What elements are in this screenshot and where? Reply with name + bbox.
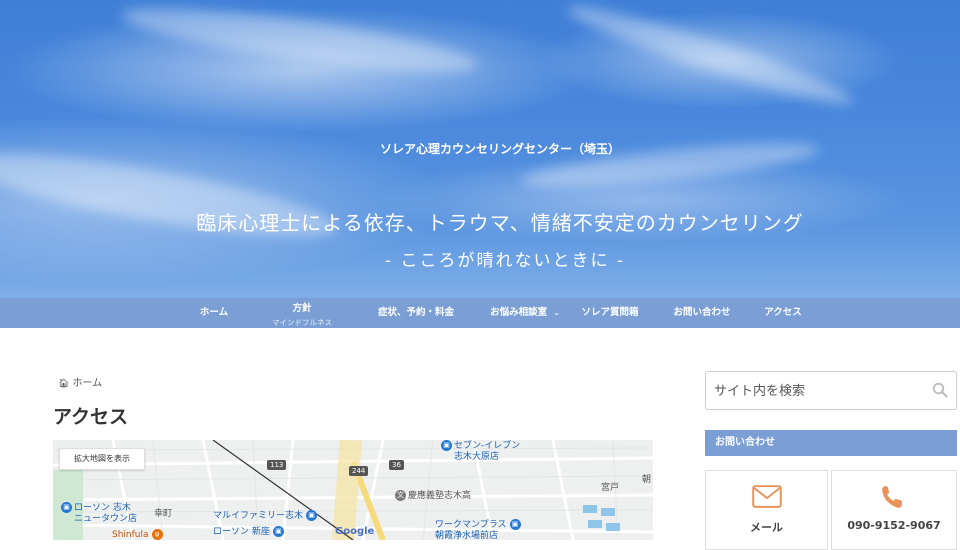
main-nav: ホーム 方針 マインドフルネス 症状、予約・料金 お悩み相談室 ⌄ ソレア質問箱 … xyxy=(0,298,960,328)
nav-item-question-box[interactable]: ソレア質問箱 xyxy=(572,298,648,328)
site-subline: - こころが晴れないときに - xyxy=(384,251,626,271)
school-pin-icon: 文 xyxy=(395,490,406,501)
enlarge-map-button[interactable]: 拡大地図を表示 xyxy=(59,448,145,470)
site-title[interactable]: ソレア心理カウンセリングセンター（埼玉） xyxy=(0,140,960,157)
map-poi-lawson-shinza[interactable]: ローソン 新座 ▣ xyxy=(213,526,286,538)
map-poi-lawson[interactable]: ▣ ローソン 志木 ニュータウン店 xyxy=(61,502,137,525)
map-place-label: 幸町 xyxy=(154,509,173,519)
road-number-badge: 244 xyxy=(349,466,369,476)
search-input[interactable] xyxy=(714,380,924,402)
breadcrumb: 🏠︎ ホーム xyxy=(58,374,102,389)
hero-banner: ソレア心理カウンセリングセンター（埼玉） 臨床心理士による依存、トラウマ、情緒不… xyxy=(0,0,960,298)
map-poi-keio[interactable]: 文慶應義塾志木高 xyxy=(395,490,471,502)
map-poi-seven-eleven[interactable]: ▣ セブン-イレブン 志木大原店 xyxy=(441,440,520,463)
google-logo: Google xyxy=(335,526,375,537)
shop-pin-icon: ▣ xyxy=(272,526,284,537)
road-number-badge: 36 xyxy=(389,460,404,470)
google-map[interactable]: 拡大地図を表示 113 244 36 ▣ セブン-イレブン 志木大原店 ▣ ローソン … xyxy=(53,440,653,540)
search-icon[interactable] xyxy=(932,382,948,398)
phone-number: 090-9152-9067 xyxy=(847,519,941,532)
nav-item-consultation[interactable]: お悩み相談室 ⌄ xyxy=(480,298,570,328)
site-tagline: 臨床心理士による依存、トラウマ、情緒不安定のカウンセリング xyxy=(196,211,804,235)
nav-item-label: ホーム xyxy=(199,307,229,318)
map-poi-marui-family[interactable]: マルイファミリー志木 ▣ xyxy=(213,510,319,522)
mail-label: メール xyxy=(750,521,783,534)
nav-item-home[interactable]: ホーム xyxy=(186,298,242,328)
contact-widget-title: お問い合わせ xyxy=(705,430,957,456)
nav-item-label: アクセス xyxy=(764,307,802,318)
nav-item-access[interactable]: アクセス xyxy=(756,298,810,328)
mail-contact-card[interactable]: メール xyxy=(705,470,828,550)
nav-item-sublabel: マインドフルネス xyxy=(272,318,332,327)
phone-icon xyxy=(882,486,902,508)
shop-pin-icon: ▣ xyxy=(306,510,318,521)
phone-contact-card[interactable]: 090-9152-9067 xyxy=(831,470,957,550)
shop-pin-icon: ▣ xyxy=(441,440,452,451)
map-poi-shinfula[interactable]: Shinfula ψ xyxy=(112,529,165,540)
cloud-decoration xyxy=(118,0,482,85)
shop-pin-icon: ▣ xyxy=(509,519,521,530)
cloud-decoration xyxy=(562,0,858,116)
chevron-down-icon: ⌄ xyxy=(553,308,560,317)
nav-item-contact[interactable]: お問い合わせ xyxy=(664,298,740,328)
nav-item-policy[interactable]: 方針 マインドフルネス xyxy=(262,298,342,328)
map-poi-workman[interactable]: ワークマンプラス ▣ 朝霞浄水場前店 xyxy=(435,519,523,540)
road-number-badge: 113 xyxy=(267,460,287,470)
site-search xyxy=(705,371,957,410)
restaurant-pin-icon: ψ xyxy=(151,529,163,540)
shop-pin-icon: ▣ xyxy=(61,502,72,513)
nav-item-label: 症状、予約・料金 xyxy=(377,307,454,318)
page-title: アクセス xyxy=(53,406,129,428)
map-place-label: 朝 xyxy=(642,475,652,485)
map-place-label: 宮戸 xyxy=(601,483,620,493)
home-icon: 🏠︎ xyxy=(58,379,70,389)
nav-item-label: ソレア質問箱 xyxy=(581,307,639,318)
nav-item-label: お悩み相談室 xyxy=(490,307,548,318)
nav-item-symptoms-fees[interactable]: 症状、予約・料金 xyxy=(366,298,466,328)
nav-item-label: 方針 xyxy=(292,303,312,314)
mail-icon xyxy=(752,485,782,508)
breadcrumb-home-link[interactable]: ホーム xyxy=(72,378,102,389)
nav-item-label: お問い合わせ xyxy=(673,307,731,318)
